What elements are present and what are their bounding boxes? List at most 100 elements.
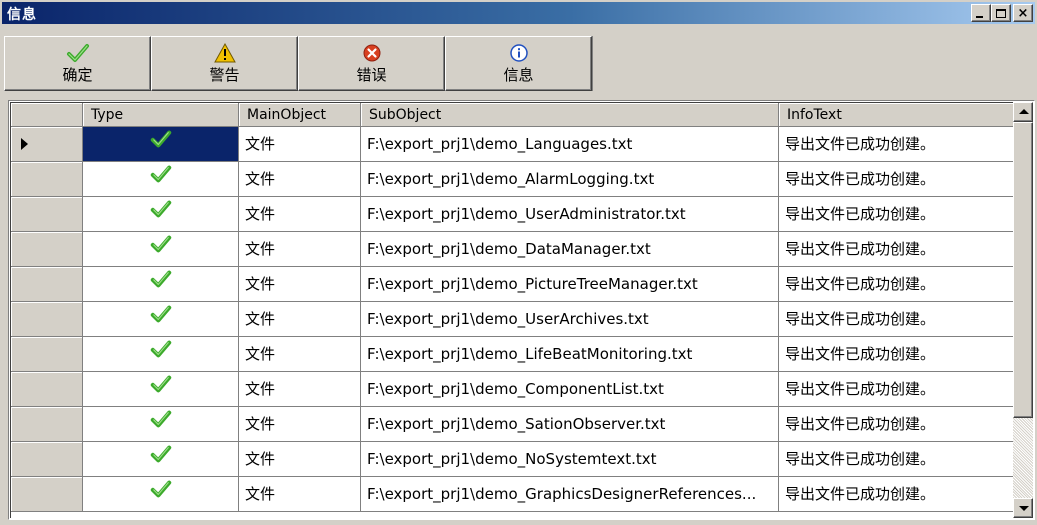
subobject-cell[interactable]: F:\export_prj1\demo_AlarmLogging.txt	[361, 162, 779, 197]
info-filter-button[interactable]: 信息	[445, 36, 592, 91]
row-selector[interactable]	[11, 127, 83, 162]
mainobject-cell[interactable]: 文件	[239, 197, 361, 232]
row-selector[interactable]	[11, 372, 83, 407]
table-row[interactable]: 文件 F:\export_prj1\demo_GraphicsDesignerRe…	[11, 477, 1014, 512]
error-filter-button[interactable]: 错误	[298, 36, 445, 91]
infotext-cell[interactable]: 导出文件已成功创建。	[779, 232, 1014, 267]
subobject-cell[interactable]: F:\export_prj1\demo_PictureTreeManager.t…	[361, 267, 779, 302]
type-cell[interactable]	[83, 232, 239, 267]
type-cell[interactable]	[83, 372, 239, 407]
row-selector[interactable]	[11, 197, 83, 232]
window-title: 信息	[7, 7, 37, 23]
table-row[interactable]: 文件 F:\export_prj1\demo_UserArchives.txt 导出…	[11, 302, 1014, 337]
table-row[interactable]: 文件 F:\export_prj1\demo_UserAdministrator.…	[11, 197, 1014, 232]
subobject-cell[interactable]: F:\export_prj1\demo_ComponentList.txt	[361, 372, 779, 407]
infotext-cell[interactable]: 导出文件已成功创建。	[779, 337, 1014, 372]
scroll-track[interactable]	[1013, 418, 1033, 498]
mainobject-cell[interactable]: 文件	[239, 372, 361, 407]
check-icon	[150, 407, 172, 441]
type-cell[interactable]	[83, 197, 239, 232]
scroll-up-button[interactable]	[1013, 102, 1033, 122]
mainobject-cell[interactable]: 文件	[239, 477, 361, 512]
vertical-scrollbar[interactable]	[1013, 102, 1033, 518]
ok-filter-label: 确定	[62, 66, 93, 84]
scroll-thumb[interactable]	[1013, 122, 1033, 418]
table-row[interactable]: 文件 F:\export_prj1\demo_PictureTreeManager…	[11, 267, 1014, 302]
grid-body: Type MainObject SubObject InfoText 文件 F:\…	[10, 102, 1033, 518]
infotext-cell[interactable]: 导出文件已成功创建。	[779, 162, 1014, 197]
ok-filter-button[interactable]: 确定	[4, 36, 151, 91]
check-icon	[150, 162, 172, 196]
arrow-down-icon	[1019, 506, 1029, 511]
warning-icon	[213, 41, 237, 65]
row-selector[interactable]	[11, 232, 83, 267]
arrow-up-icon	[1019, 109, 1029, 114]
subobject-cell[interactable]: F:\export_prj1\demo_DataManager.txt	[361, 232, 779, 267]
column-header-type[interactable]: Type	[83, 103, 239, 127]
warning-filter-button[interactable]: 警告	[151, 36, 298, 91]
title-bar[interactable]: 信息 ×	[2, 2, 1035, 24]
subobject-cell[interactable]: F:\export_prj1\demo_UserArchives.txt	[361, 302, 779, 337]
infotext-cell[interactable]: 导出文件已成功创建。	[779, 442, 1014, 477]
row-selector[interactable]	[11, 407, 83, 442]
maximize-button[interactable]	[991, 4, 1011, 22]
type-cell[interactable]	[83, 302, 239, 337]
type-cell[interactable]	[83, 162, 239, 197]
subobject-cell[interactable]: F:\export_prj1\demo_NoSystemtext.txt	[361, 442, 779, 477]
mainobject-cell[interactable]: 文件	[239, 337, 361, 372]
row-selector[interactable]	[11, 302, 83, 337]
subobject-cell[interactable]: F:\export_prj1\demo_SationObserver.txt	[361, 407, 779, 442]
table-row[interactable]: 文件 F:\export_prj1\demo_LifeBeatMonitoring…	[11, 337, 1014, 372]
row-selector[interactable]	[11, 337, 83, 372]
mainobject-cell[interactable]: 文件	[239, 232, 361, 267]
row-selector[interactable]	[11, 477, 83, 512]
row-selector[interactable]	[11, 442, 83, 477]
close-icon: ×	[1017, 5, 1029, 21]
minimize-icon	[976, 16, 983, 18]
type-cell[interactable]	[83, 442, 239, 477]
table-row[interactable]: 文件 F:\export_prj1\demo_SationObserver.txt…	[11, 407, 1014, 442]
close-button[interactable]: ×	[1013, 4, 1033, 22]
check-icon	[150, 232, 172, 266]
column-header-subobject[interactable]: SubObject	[361, 103, 779, 127]
table-row[interactable]: 文件 F:\export_prj1\demo_NoSystemtext.txt 导出…	[11, 442, 1014, 477]
subobject-cell[interactable]: F:\export_prj1\demo_LifeBeatMonitoring.t…	[361, 337, 779, 372]
check-icon	[150, 267, 172, 301]
infotext-cell[interactable]: 导出文件已成功创建。	[779, 407, 1014, 442]
column-header-infotext[interactable]: InfoText	[779, 103, 1014, 127]
type-cell[interactable]	[83, 267, 239, 302]
row-selector[interactable]	[11, 162, 83, 197]
mainobject-cell[interactable]: 文件	[239, 407, 361, 442]
type-cell[interactable]	[83, 477, 239, 512]
subobject-cell[interactable]: F:\export_prj1\demo_UserAdministrator.tx…	[361, 197, 779, 232]
table-row[interactable]: 文件 F:\export_prj1\demo_ComponentList.txt 导…	[11, 372, 1014, 407]
row-selector[interactable]	[11, 267, 83, 302]
table-row[interactable]: 文件 F:\export_prj1\demo_DataManager.txt 导出文…	[11, 232, 1014, 267]
mainobject-cell[interactable]: 文件	[239, 267, 361, 302]
infotext-cell[interactable]: 导出文件已成功创建。	[779, 477, 1014, 512]
subobject-cell[interactable]: F:\export_prj1\demo_GraphicsDesignerRefe…	[361, 477, 779, 512]
infotext-cell[interactable]: 导出文件已成功创建。	[779, 372, 1014, 407]
scroll-down-button[interactable]	[1013, 498, 1033, 518]
column-header-mainobject[interactable]: MainObject	[239, 103, 361, 127]
minimize-button[interactable]	[971, 4, 991, 22]
check-icon	[150, 477, 172, 511]
type-cell[interactable]	[83, 127, 239, 162]
infotext-cell[interactable]: 导出文件已成功创建。	[779, 302, 1014, 337]
table-row[interactable]: 文件 F:\export_prj1\demo_AlarmLogging.txt 导出…	[11, 162, 1014, 197]
infotext-cell[interactable]: 导出文件已成功创建。	[779, 267, 1014, 302]
mainobject-cell[interactable]: 文件	[239, 127, 361, 162]
info-window: 信息 × 确定 警告 错误 信息 Type MainObject SubObje…	[0, 0, 1037, 525]
mainobject-cell[interactable]: 文件	[239, 162, 361, 197]
mainobject-cell[interactable]: 文件	[239, 442, 361, 477]
infotext-cell[interactable]: 导出文件已成功创建。	[779, 127, 1014, 162]
type-cell[interactable]	[83, 337, 239, 372]
mainobject-cell[interactable]: 文件	[239, 302, 361, 337]
infotext-cell[interactable]: 导出文件已成功创建。	[779, 197, 1014, 232]
row-header-corner	[11, 103, 83, 127]
type-cell[interactable]	[83, 407, 239, 442]
warning-filter-label: 警告	[209, 66, 240, 84]
message-grid[interactable]: Type MainObject SubObject InfoText 文件 F:\…	[8, 100, 1035, 520]
subobject-cell[interactable]: F:\export_prj1\demo_Languages.txt	[361, 127, 779, 162]
table-row[interactable]: 文件 F:\export_prj1\demo_Languages.txt 导出文件已…	[11, 127, 1014, 162]
